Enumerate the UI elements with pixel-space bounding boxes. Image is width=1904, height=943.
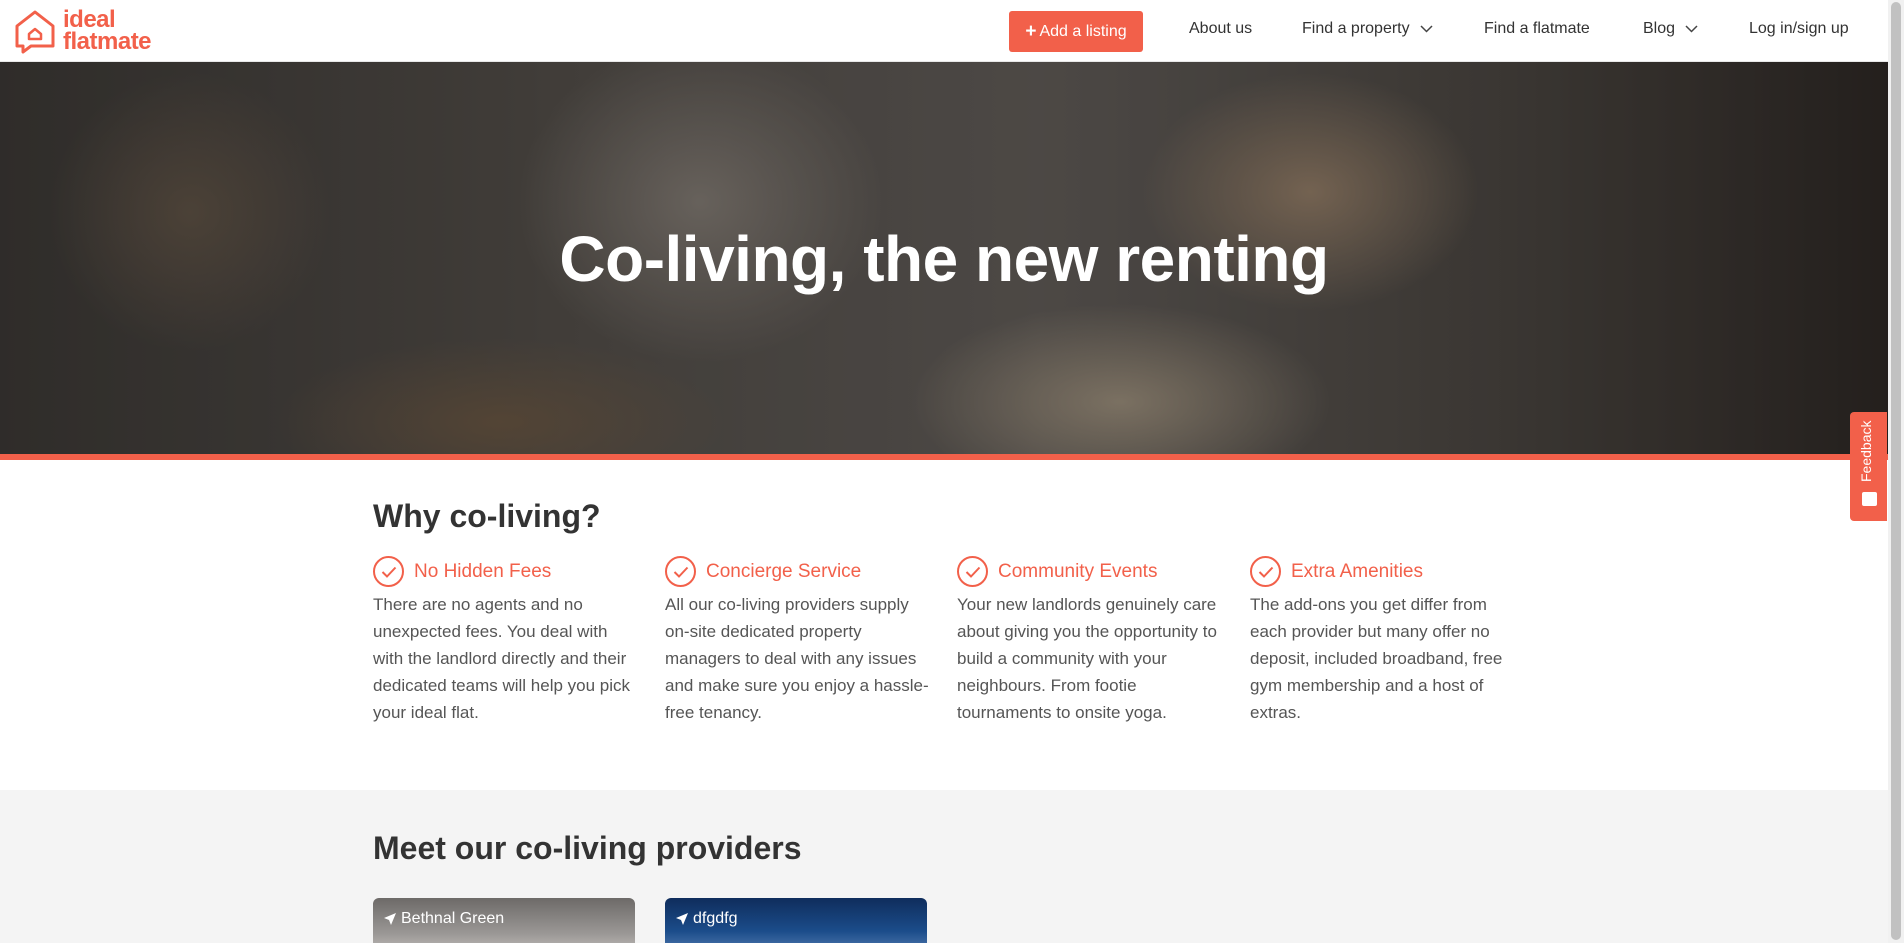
add-listing-label: Add a listing (1039, 22, 1127, 40)
providers-section: Meet our co-living providers Bethnal Gre… (0, 790, 1888, 943)
provider-card[interactable]: dfgdfg (665, 898, 927, 943)
card-location: dfgdfg (675, 910, 737, 928)
provider-card[interactable]: Bethnal Green (373, 898, 635, 943)
add-listing-button[interactable]: + Add a listing (1009, 11, 1143, 52)
plus-icon: + (1025, 20, 1037, 42)
scrollbar[interactable] (1888, 0, 1904, 943)
check-circle-icon (1250, 556, 1281, 587)
feature-text: There are no agents and no unexpected fe… (373, 595, 631, 722)
nav-blog[interactable]: Blog (1643, 20, 1698, 38)
nav-find-flatmate-label: Find a flatmate (1484, 20, 1590, 37)
logo[interactable]: ideal flatmate (13, 8, 152, 55)
check-circle-icon (957, 556, 988, 587)
feature-text: Your new landlords genuinely care about … (957, 595, 1217, 722)
chevron-down-icon (1685, 25, 1698, 33)
feature-no-hidden-fees: No Hidden Fees There are no agents and n… (373, 556, 638, 726)
location-arrow-icon (676, 913, 688, 925)
feature-title: Community Events (998, 560, 1158, 582)
feature-title: No Hidden Fees (414, 560, 552, 582)
nav-about-us[interactable]: About us (1189, 20, 1252, 38)
card-location-label: dfgdfg (693, 910, 738, 927)
nav-find-property[interactable]: Find a property (1302, 20, 1433, 38)
check-circle-icon (665, 556, 696, 587)
hero-banner: Co-living, the new renting (0, 62, 1888, 460)
chevron-down-icon (1420, 25, 1433, 33)
chat-icon (1862, 492, 1877, 506)
feature-title: Concierge Service (706, 560, 862, 582)
nav-about-us-label: About us (1189, 20, 1253, 37)
feature-text: All our co-living providers supply on-si… (665, 595, 929, 722)
feature-head: No Hidden Fees (373, 556, 638, 587)
hero-title: Co-living, the new renting (559, 223, 1329, 295)
feature-head: Community Events (957, 556, 1222, 587)
location-arrow-icon (384, 913, 396, 925)
feature-text: The add-ons you get differ from each pro… (1250, 595, 1503, 722)
logo-line-2: flatmate (63, 28, 152, 55)
feature-community-events: Community Events Your new landlords genu… (957, 556, 1222, 726)
house-chat-icon (15, 10, 55, 54)
nav-blog-label: Blog (1643, 20, 1676, 37)
nav-login-signup[interactable]: Log in/sign up (1749, 20, 1849, 38)
why-section: Why co-living? No Hidden Fees There are … (0, 460, 1888, 790)
nav-login-label: Log in/sign up (1749, 20, 1849, 37)
feature-head: Extra Amenities (1250, 556, 1515, 587)
providers-title: Meet our co-living providers (373, 830, 802, 866)
nav-find-property-label: Find a property (1302, 20, 1410, 37)
feedback-label: Feedback (1858, 420, 1874, 482)
feature-title: Extra Amenities (1291, 560, 1423, 582)
scrollbar-thumb[interactable] (1891, 2, 1901, 940)
nav-find-flatmate[interactable]: Find a flatmate (1484, 20, 1590, 38)
feature-head: Concierge Service (665, 556, 930, 587)
feature-concierge-service: Concierge Service All our co-living prov… (665, 556, 930, 726)
logo-text: ideal flatmate (63, 8, 152, 55)
feature-extra-amenities: Extra Amenities The add-ons you get diff… (1250, 556, 1515, 726)
feedback-tab[interactable]: Feedback (1850, 412, 1887, 521)
site-header: ideal flatmate + Add a listing About us … (0, 0, 1888, 62)
card-location-label: Bethnal Green (401, 910, 505, 927)
card-location: Bethnal Green (383, 910, 504, 928)
check-circle-icon (373, 556, 404, 587)
why-title: Why co-living? (373, 498, 601, 534)
